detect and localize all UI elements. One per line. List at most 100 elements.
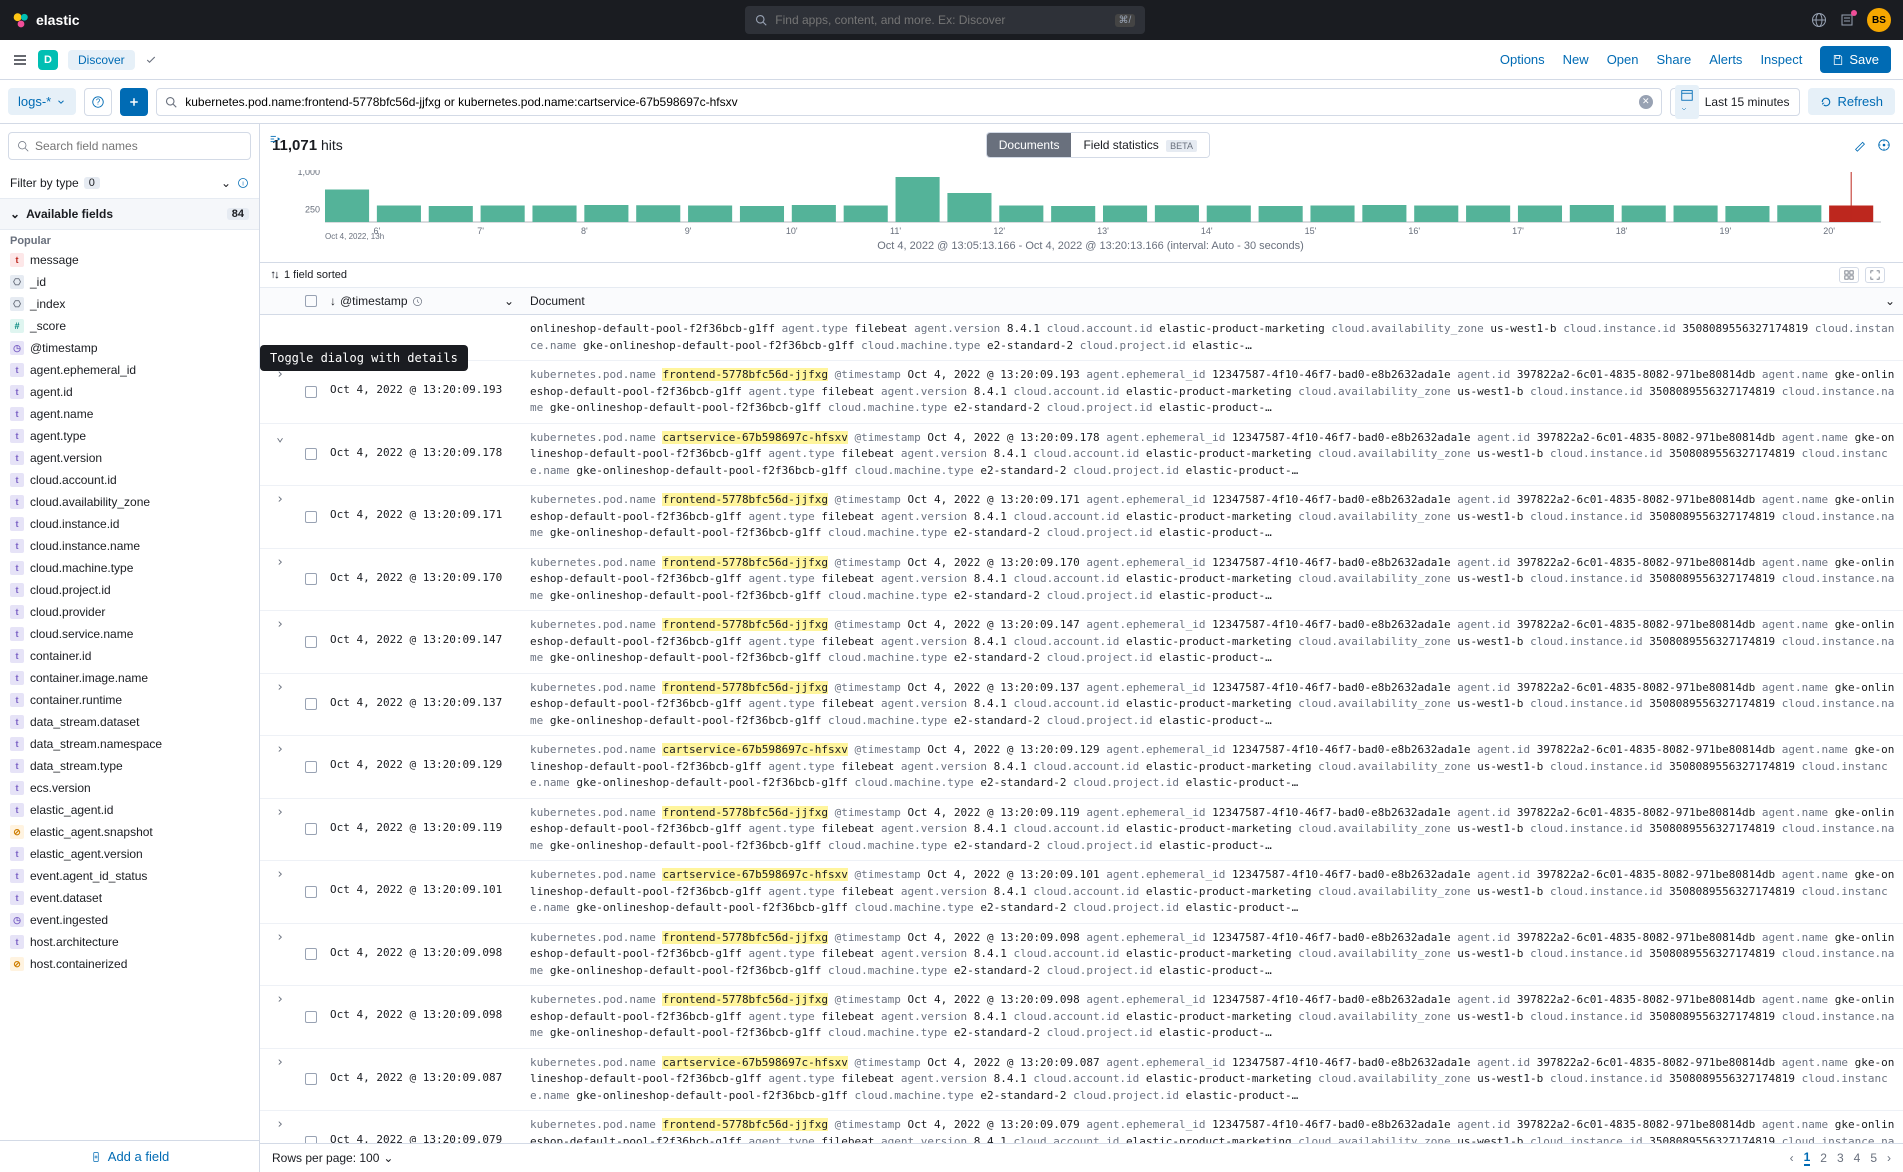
dataview-button[interactable]: logs-* xyxy=(8,88,76,115)
field-item[interactable]: tcontainer.id xyxy=(0,645,259,667)
field-item[interactable]: thost.architecture xyxy=(0,931,259,953)
row-checkbox[interactable] xyxy=(305,1073,317,1085)
field-item[interactable]: ⎔_index xyxy=(0,293,259,315)
field-item[interactable]: tagent.version xyxy=(0,447,259,469)
new-link[interactable]: New xyxy=(1563,52,1589,67)
app-name-pill[interactable]: Discover xyxy=(68,50,135,70)
field-item[interactable]: ⊘host.containerized xyxy=(0,953,259,975)
row-checkbox[interactable] xyxy=(305,448,317,460)
field-item[interactable]: tcloud.instance.id xyxy=(0,513,259,535)
row-checkbox[interactable] xyxy=(305,823,317,835)
chart-options-icon[interactable] xyxy=(1877,138,1891,152)
global-search-input[interactable] xyxy=(775,13,1106,27)
chevron-down-icon[interactable]: ⌄ xyxy=(504,294,514,308)
page-1[interactable]: 1 xyxy=(1804,1150,1811,1166)
expand-row-icon[interactable]: › xyxy=(276,492,284,507)
brand-area[interactable]: elastic xyxy=(12,11,80,29)
field-item[interactable]: ◷@timestamp xyxy=(0,337,259,359)
rows-per-page[interactable]: Rows per page: 100 ⌄ xyxy=(272,1151,393,1165)
field-item[interactable]: tcontainer.runtime xyxy=(0,689,259,711)
field-item[interactable]: tevent.dataset xyxy=(0,887,259,909)
page-4[interactable]: 4 xyxy=(1854,1151,1861,1165)
field-item[interactable]: tdata_stream.namespace xyxy=(0,733,259,755)
date-picker[interactable]: Last 15 minutes xyxy=(1670,88,1801,116)
field-item[interactable]: tcloud.service.name xyxy=(0,623,259,645)
tab-documents[interactable]: Documents xyxy=(987,133,1072,157)
inspect-link[interactable]: Inspect xyxy=(1760,52,1802,67)
clear-query-icon[interactable]: ✕ xyxy=(1639,95,1653,109)
sort-indicator[interactable]: 1 field sorted xyxy=(260,263,1903,288)
expand-row-icon[interactable]: › xyxy=(276,1055,284,1070)
row-checkbox[interactable] xyxy=(305,886,317,898)
field-item[interactable]: tcloud.machine.type xyxy=(0,557,259,579)
dataview-settings-icon[interactable]: ? xyxy=(84,88,112,116)
field-item[interactable]: tecs.version xyxy=(0,777,259,799)
page-prev[interactable]: ‹ xyxy=(1790,1151,1794,1165)
field-item[interactable]: tdata_stream.dataset xyxy=(0,711,259,733)
column-timestamp-header[interactable]: ↓ @timestamp ⌄ xyxy=(322,288,522,314)
expand-row-icon[interactable]: › xyxy=(276,742,284,757)
expand-row-icon[interactable]: › xyxy=(276,930,284,945)
globe-icon[interactable] xyxy=(1811,12,1827,28)
field-item[interactable]: ◷event.ingested xyxy=(0,909,259,931)
field-item[interactable]: ⎔_id xyxy=(0,271,259,293)
save-button[interactable]: Save xyxy=(1820,46,1891,73)
user-avatar[interactable]: BS xyxy=(1867,8,1891,32)
page-next[interactable]: › xyxy=(1887,1151,1891,1165)
row-checkbox[interactable] xyxy=(305,636,317,648)
field-item[interactable]: tagent.id xyxy=(0,381,259,403)
available-fields-header[interactable]: ⌄ Available fields 84 xyxy=(0,199,259,230)
field-item[interactable]: tcloud.instance.name xyxy=(0,535,259,557)
add-field-button[interactable]: Add a field xyxy=(0,1140,259,1172)
field-item[interactable]: #_score xyxy=(0,315,259,337)
expand-row-icon[interactable]: › xyxy=(276,680,284,695)
select-all-checkbox[interactable] xyxy=(305,295,317,307)
fullscreen-icon[interactable] xyxy=(1865,267,1885,283)
expand-row-icon[interactable]: › xyxy=(276,617,284,632)
field-item[interactable]: telastic_agent.version xyxy=(0,843,259,865)
row-checkbox[interactable] xyxy=(305,386,317,398)
page-3[interactable]: 3 xyxy=(1837,1151,1844,1165)
field-item[interactable]: tmessage xyxy=(0,249,259,271)
field-item[interactable]: ⊘elastic_agent.snapshot xyxy=(0,821,259,843)
query-input[interactable] xyxy=(185,95,1631,109)
edit-visualization-icon[interactable] xyxy=(1853,138,1867,152)
expand-row-icon[interactable]: › xyxy=(276,805,284,820)
options-link[interactable]: Options xyxy=(1500,52,1545,67)
field-item[interactable]: tcontainer.image.name xyxy=(0,667,259,689)
expand-row-icon[interactable]: › xyxy=(276,555,284,570)
column-document-header[interactable]: Document ⌄ xyxy=(522,288,1903,314)
alerts-link[interactable]: Alerts xyxy=(1709,52,1742,67)
histogram-chart[interactable]: 1,0002506'7'8'9'10'11'12'13'14'15'16'17'… xyxy=(260,166,1903,262)
share-link[interactable]: Share xyxy=(1657,52,1692,67)
tab-field-statistics[interactable]: Field statistics BETA xyxy=(1071,133,1209,157)
row-checkbox[interactable] xyxy=(305,698,317,710)
expand-row-icon[interactable]: ⌄ xyxy=(276,430,284,445)
field-search-input[interactable] xyxy=(35,139,242,153)
expand-row-icon[interactable]: › xyxy=(276,867,284,882)
info-icon[interactable]: i xyxy=(237,177,249,189)
field-item[interactable]: tcloud.availability_zone xyxy=(0,491,259,513)
global-search[interactable]: ⌘/ xyxy=(745,6,1145,34)
hide-chart-icon[interactable] xyxy=(268,132,282,146)
row-checkbox[interactable] xyxy=(305,511,317,523)
newsfeed-icon[interactable] xyxy=(1839,12,1855,28)
row-checkbox[interactable] xyxy=(305,1136,317,1143)
field-item[interactable]: tagent.name xyxy=(0,403,259,425)
row-checkbox[interactable] xyxy=(305,573,317,585)
page-5[interactable]: 5 xyxy=(1870,1151,1877,1165)
row-checkbox[interactable] xyxy=(305,1011,317,1023)
chevron-down-icon[interactable]: ⌄ xyxy=(1885,294,1895,308)
nav-toggle-icon[interactable] xyxy=(12,52,28,68)
field-item[interactable]: tagent.type xyxy=(0,425,259,447)
field-item[interactable]: telastic_agent.id xyxy=(0,799,259,821)
field-item[interactable]: tdata_stream.type xyxy=(0,755,259,777)
row-checkbox[interactable] xyxy=(305,761,317,773)
field-item[interactable]: tevent.agent_id_status xyxy=(0,865,259,887)
field-item[interactable]: tagent.ephemeral_id xyxy=(0,359,259,381)
add-filter-button[interactable] xyxy=(120,88,148,116)
field-item[interactable]: tcloud.project.id xyxy=(0,579,259,601)
field-item[interactable]: tcloud.account.id xyxy=(0,469,259,491)
field-item[interactable]: tcloud.provider xyxy=(0,601,259,623)
filter-by-type[interactable]: Filter by type 0 ⌄ i xyxy=(0,168,259,199)
